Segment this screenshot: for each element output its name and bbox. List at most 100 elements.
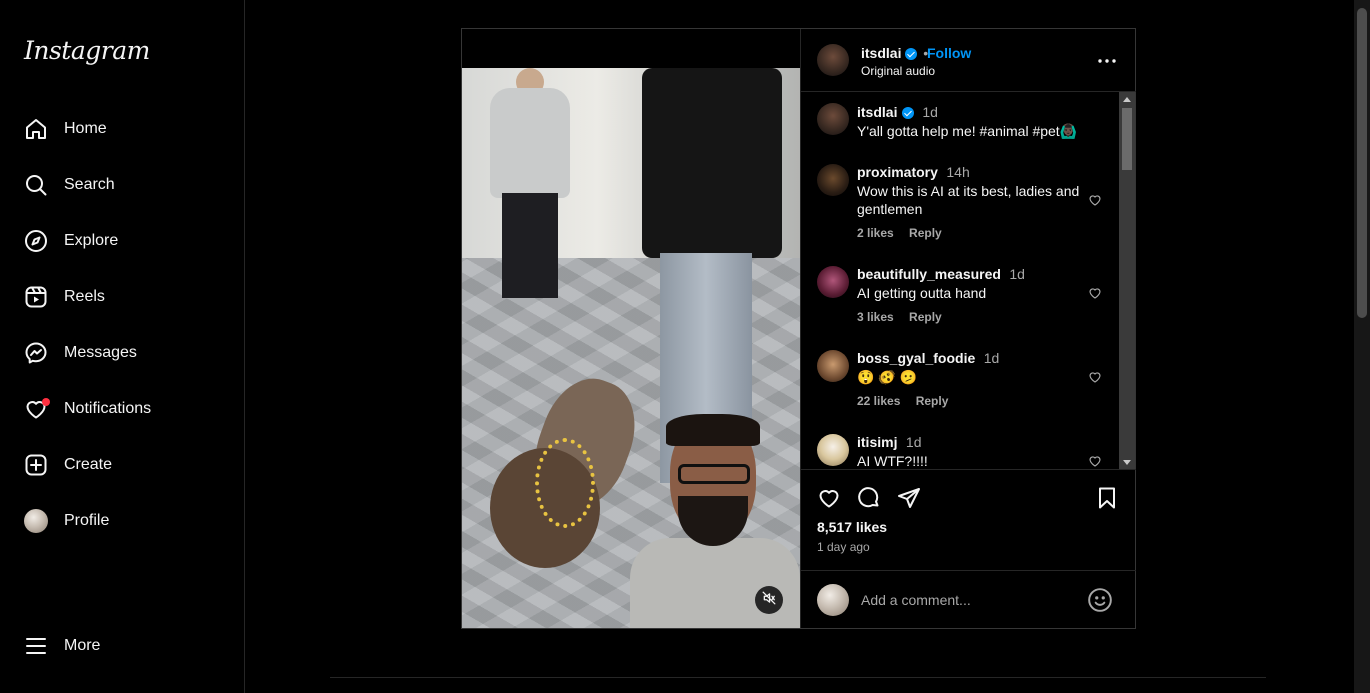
current-user-avatar — [817, 584, 849, 616]
comment-input[interactable] — [861, 590, 1071, 610]
sidebar-item-label: Messages — [64, 344, 137, 361]
sidebar-item-profile[interactable]: Profile — [12, 497, 232, 545]
reply-button[interactable]: Reply — [909, 226, 942, 240]
ellipsis-icon — [1098, 59, 1116, 63]
comment-text: 😲 🫨 🫤 — [857, 369, 918, 385]
scroll-down-icon[interactable] — [1123, 460, 1131, 465]
sidebar-item-home[interactable]: Home — [12, 105, 232, 153]
comment-likes[interactable]: 3 likes — [857, 310, 894, 324]
comment-meta: 22 likes Reply — [857, 394, 1087, 408]
comment-username[interactable]: proximatory — [857, 164, 938, 180]
comment-meta: 3 likes Reply — [857, 310, 1087, 324]
scroll-up-icon[interactable] — [1123, 97, 1131, 102]
sidebar-item-notifications[interactable]: Notifications — [12, 385, 232, 433]
sidebar-item-search[interactable]: Search — [12, 161, 232, 209]
video-scene-creature — [480, 366, 650, 588]
post-actions: 8,517 likes 1 day ago — [801, 470, 1136, 570]
caption: itsdlai 1d Y'all gotta help me! #animal … — [857, 104, 1136, 140]
author-username[interactable]: itsdlai • — [861, 45, 928, 61]
post-side-panel: itsdlai • Follow Original audio itsdlai … — [800, 29, 1136, 628]
speaker-muted-icon — [762, 591, 776, 610]
sidebar-item-label: Search — [64, 176, 115, 193]
commenter-avatar[interactable] — [817, 164, 849, 196]
author-avatar[interactable] — [817, 44, 849, 76]
sidebar-item-reels[interactable]: Reels — [12, 273, 232, 321]
reels-icon — [24, 285, 48, 309]
search-icon — [24, 173, 48, 197]
comment-username[interactable]: beautifully_measured — [857, 266, 1001, 282]
comment-time: 14h — [946, 164, 970, 180]
video-scene-selfie — [630, 414, 800, 628]
sidebar-item-label: Create — [64, 456, 113, 473]
instagram-logo[interactable]: Instagram — [24, 36, 150, 65]
follow-button[interactable]: Follow — [927, 45, 971, 61]
audio-link[interactable]: Original audio — [861, 64, 935, 78]
heart-icon — [24, 397, 50, 421]
add-comment-bar — [801, 570, 1136, 628]
comment-item: proximatory 14h Wow this is AI at its be… — [857, 164, 1087, 240]
emoji-icon[interactable] — [1087, 587, 1113, 613]
like-comment-icon[interactable] — [1088, 454, 1102, 468]
more-options-button[interactable] — [1095, 49, 1119, 73]
comment-icon[interactable] — [857, 486, 881, 510]
comment-text: Wow this is AI at its best, ladies and g… — [857, 183, 1080, 217]
reel-video[interactable] — [462, 68, 800, 628]
scrollbar-thumb[interactable] — [1357, 8, 1367, 318]
comment-likes[interactable]: 22 likes — [857, 394, 900, 408]
divider — [330, 677, 1266, 678]
commenter-avatar[interactable] — [817, 434, 849, 466]
page-scrollbar[interactable] — [1354, 0, 1370, 693]
sidebar-item-label: Notifications — [64, 400, 152, 417]
sidebar-item-create[interactable]: Create — [12, 441, 232, 489]
sidebar-item-label: Profile — [64, 512, 110, 529]
caption-username[interactable]: itsdlai — [857, 104, 897, 120]
profile-avatar — [24, 509, 48, 533]
comments-list[interactable]: itsdlai 1d Y'all gotta help me! #animal … — [801, 92, 1136, 470]
share-icon[interactable] — [897, 486, 921, 510]
plus-square-icon — [24, 453, 48, 477]
scrollbar-thumb[interactable] — [1122, 108, 1132, 170]
comment-meta: 2 likes Reply — [857, 226, 1087, 240]
comment-item: boss_gyal_foodie 1d 😲 🫨 🫤 22 likes Reply — [857, 350, 1087, 408]
comments-scrollbar[interactable] — [1119, 92, 1135, 469]
comment-time: 1d — [983, 350, 1000, 366]
comment-text: AI WTF?!!!! — [857, 453, 928, 469]
sidebar-item-more[interactable]: More — [12, 622, 232, 670]
like-comment-icon[interactable] — [1088, 286, 1102, 300]
sidebar-item-label: Home — [64, 120, 107, 137]
comment-time: 1d — [1009, 266, 1025, 282]
reply-button[interactable]: Reply — [909, 310, 942, 324]
like-icon[interactable] — [817, 486, 841, 510]
commenter-avatar[interactable] — [817, 266, 849, 298]
caption-avatar[interactable] — [817, 103, 849, 135]
mute-button[interactable] — [755, 586, 783, 614]
post-header: itsdlai • Follow Original audio — [801, 29, 1136, 92]
comment-likes[interactable]: 2 likes — [857, 226, 894, 240]
post-timestamp[interactable]: 1 day ago — [817, 540, 870, 554]
sidebar-item-label: Reels — [64, 288, 105, 305]
like-comment-icon[interactable] — [1088, 193, 1102, 207]
bookmark-icon[interactable] — [1095, 486, 1119, 510]
comment-username[interactable]: itisimj — [857, 434, 897, 450]
post-media — [462, 29, 800, 628]
sidebar: Instagram Home Search Explore Reels Mess… — [0, 0, 245, 693]
reply-button[interactable]: Reply — [916, 394, 949, 408]
comment-username[interactable]: boss_gyal_foodie — [857, 350, 975, 366]
comment-item: beautifully_measured 1d AI getting outta… — [857, 266, 1087, 324]
comment-text: AI getting outta hand — [857, 285, 987, 301]
sidebar-item-explore[interactable]: Explore — [12, 217, 232, 265]
sidebar-item-label: Explore — [64, 232, 119, 249]
post-modal: itsdlai • Follow Original audio itsdlai … — [461, 28, 1136, 629]
sidebar-item-label: More — [64, 637, 101, 654]
comment-time: 1d — [905, 434, 922, 450]
verified-badge-icon — [905, 48, 918, 61]
commenter-avatar[interactable] — [817, 350, 849, 382]
likes-count[interactable]: 8,517 likes — [817, 519, 887, 535]
verified-badge-icon — [901, 106, 914, 119]
home-icon — [24, 117, 48, 141]
hamburger-menu-icon — [24, 634, 48, 658]
like-comment-icon[interactable] — [1088, 370, 1102, 384]
compass-icon — [24, 229, 48, 253]
sidebar-item-messages[interactable]: Messages — [12, 329, 232, 377]
caption-text: Y'all gotta help me! #animal #pet🙆🏿‍♂️ — [857, 123, 1078, 139]
